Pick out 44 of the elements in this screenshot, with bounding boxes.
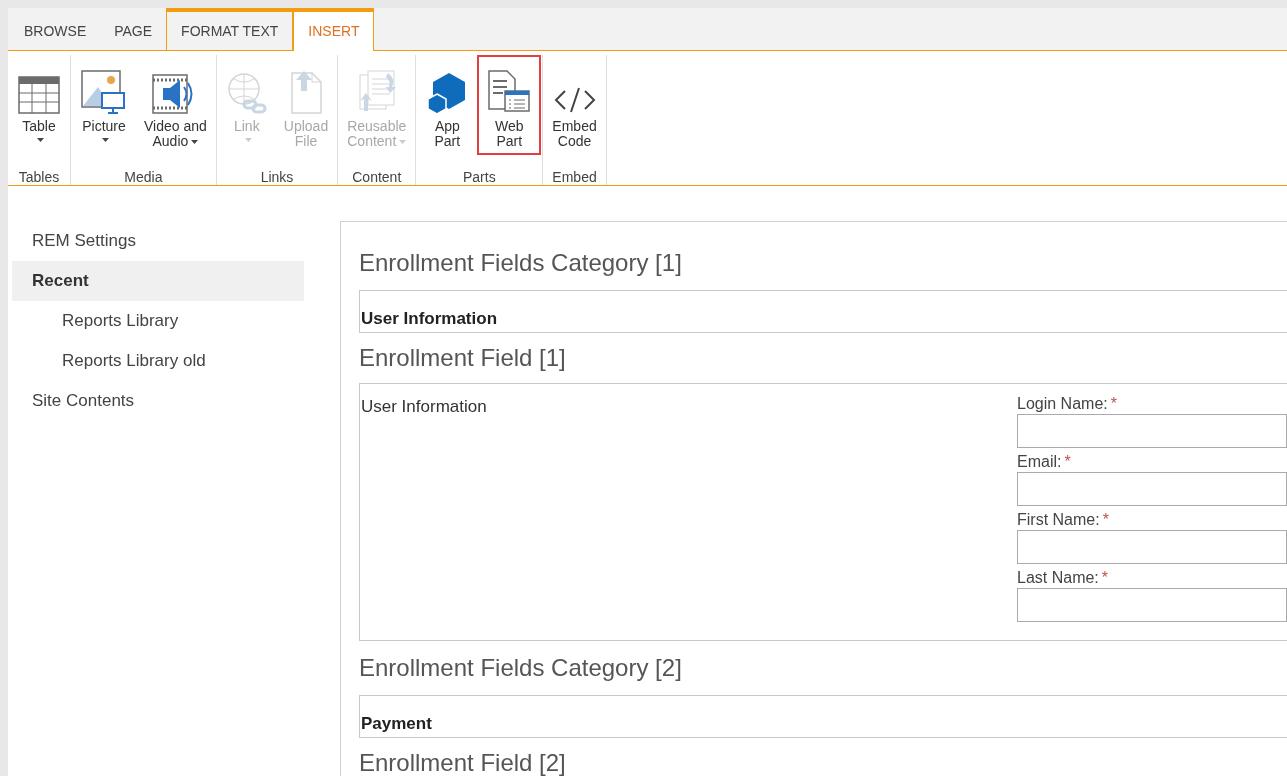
category-panel: User Information [359,290,1287,333]
nav-item[interactable]: Recent [12,261,304,301]
field-description: User Information [361,396,488,418]
nav-item[interactable]: Reports Library [12,301,304,341]
picture-icon [80,69,128,115]
group-label: Links [259,168,295,187]
nav-item[interactable]: REM Settings [12,221,304,261]
caret-icon [102,138,109,143]
group-label: Embed [551,168,598,187]
input-field[interactable] [1017,530,1287,564]
code-icon [552,85,597,115]
category-panel: Payment [359,695,1287,738]
section-heading: Enrollment Fields Category [1] [359,248,683,278]
ribbon-tab[interactable]: BROWSE [10,8,101,50]
ribbon-button[interactable]: App Part [417,55,478,155]
field-label: First Name: * [1017,510,1110,530]
caret-icon [399,140,407,145]
caret-icon [37,138,44,143]
ribbon-button[interactable]: Web Part [477,55,542,155]
ribbon-button[interactable]: Embed Code [544,55,605,155]
group-label: Media [123,168,164,187]
section-heading: Enrollment Field [2] [359,748,567,776]
globe-link-icon [225,71,268,115]
ribbon-button[interactable]: Table [9,55,69,155]
ribbon-button[interactable]: Video and Audio [136,55,215,155]
input-field[interactable] [1017,588,1287,622]
field-label: Login Name: * [1017,394,1118,414]
field-label: Email: * [1017,452,1072,472]
section-heading: Enrollment Fields Category [2] [359,653,683,683]
group-label: Parts [462,168,497,187]
input-field[interactable] [1017,414,1287,448]
field-label: Last Name: * [1017,568,1110,588]
caret-icon [191,140,199,145]
group-label: Tables [17,168,61,187]
nav-item[interactable]: Reports Library old [12,341,304,381]
table-icon [17,75,61,115]
ribbon-tab[interactable]: PAGE [100,8,167,50]
nav-item[interactable]: Site Contents [12,381,304,421]
upload-file-icon [288,69,324,115]
caret-icon [244,138,252,143]
section-heading: Enrollment Field [1] [359,343,567,373]
ribbon-button[interactable]: Picture [72,55,136,155]
group-label: Content [351,168,403,187]
input-field[interactable] [1017,472,1287,506]
